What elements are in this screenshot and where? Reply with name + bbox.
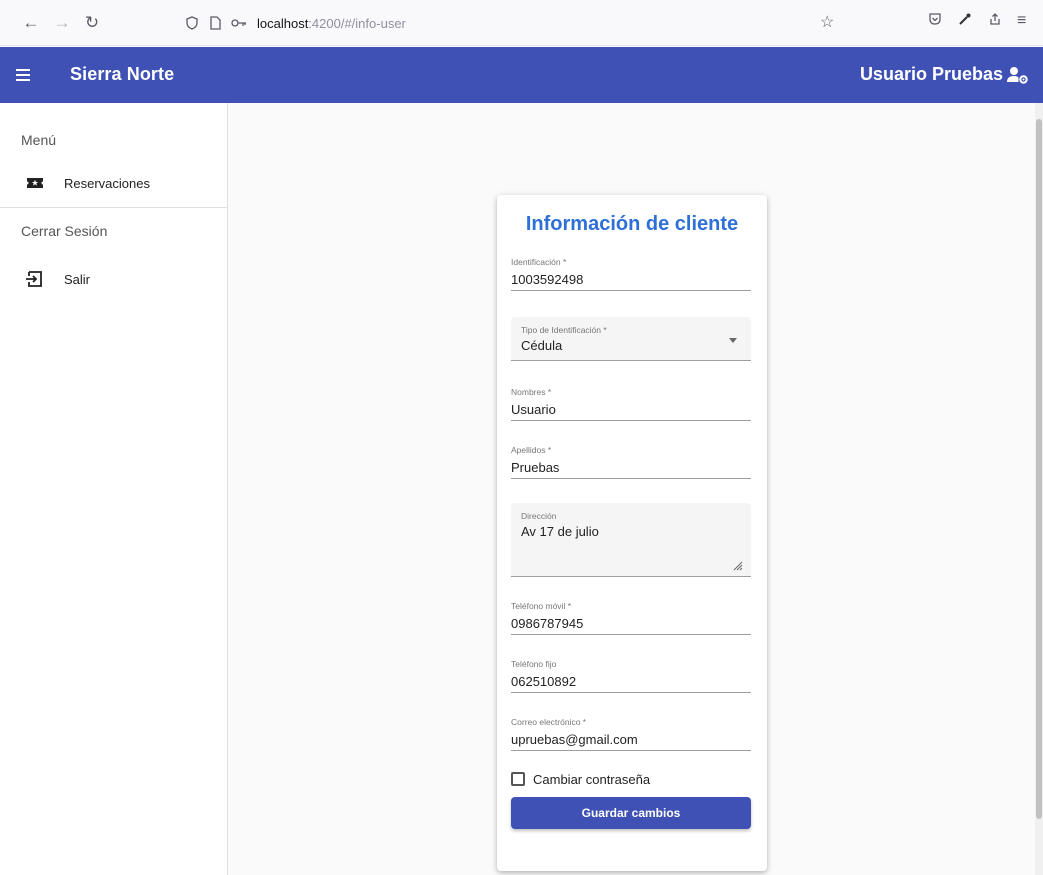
telefono-movil-field[interactable]: Teléfono móvil * 0986787945	[511, 597, 751, 635]
correo-label: Correo electrónico *	[511, 717, 587, 727]
apellidos-value[interactable]: Pruebas	[511, 460, 559, 475]
ticket-star-icon	[27, 178, 43, 188]
key-icon	[231, 19, 246, 27]
field-underline	[511, 634, 751, 635]
logout-icon	[26, 271, 42, 287]
scrollbar-thumb[interactable]	[1036, 119, 1042, 819]
nombres-field[interactable]: Nombres * Usuario	[511, 383, 751, 421]
resize-handle-icon[interactable]	[731, 559, 743, 571]
field-underline	[511, 478, 751, 479]
pocket-icon[interactable]	[928, 12, 942, 31]
sidenav: Menú Reservaciones Cerrar Sesión Salir	[0, 103, 228, 875]
identificacion-field[interactable]: Identificación * 1003592498	[511, 255, 751, 292]
tipo-identificacion-value[interactable]: Cédula	[521, 338, 562, 353]
hamburger-menu-icon[interactable]	[14, 63, 38, 87]
nombres-label: Nombres *	[511, 387, 552, 397]
app-menu-icon[interactable]: ≡	[1017, 12, 1026, 30]
browser-toolbar: ← → ↻ localhost:4200/#/info-user ☆ ≡	[0, 0, 1043, 46]
save-changes-button[interactable]: Guardar cambios	[511, 797, 751, 829]
address-bar[interactable]: localhost:4200/#/info-user	[185, 11, 406, 35]
change-password-checkbox[interactable]	[511, 772, 525, 786]
sidebar-divider	[0, 207, 227, 208]
user-settings-icon[interactable]	[1007, 65, 1029, 85]
telefono-movil-label: Teléfono móvil *	[511, 601, 572, 611]
app-title: Sierra Norte	[70, 64, 175, 84]
tipo-identificacion-select[interactable]: Tipo de Identificación * Cédula	[511, 317, 751, 361]
correo-field[interactable]: Correo electrónico * upruebas@gmail.com	[511, 713, 751, 751]
change-password-checkbox-row[interactable]: Cambiar contraseña	[511, 770, 650, 788]
app-toolbar: Sierra Norte Usuario Pruebas	[0, 47, 1043, 103]
apellidos-label: Apellidos *	[511, 445, 552, 455]
forward-icon[interactable]: →	[51, 13, 73, 33]
identificacion-label: Identificación *	[511, 257, 567, 267]
telefono-fijo-field[interactable]: Teléfono fijo 062510892	[511, 655, 751, 693]
nombres-value[interactable]: Usuario	[511, 402, 556, 417]
telefono-fijo-label: Teléfono fijo	[511, 659, 557, 669]
telefono-fijo-value[interactable]: 062510892	[511, 674, 576, 689]
correo-value[interactable]: upruebas@gmail.com	[511, 732, 638, 747]
telefono-movil-value[interactable]: 0986787945	[511, 616, 583, 631]
apellidos-field[interactable]: Apellidos * Pruebas	[511, 441, 751, 479]
user-name[interactable]: Usuario Pruebas	[860, 64, 1003, 85]
direccion-textarea[interactable]: Dirección Av 17 de julio	[511, 503, 751, 577]
sidebar-item-salir[interactable]: Salir	[0, 255, 227, 303]
sidebar-item-reservaciones[interactable]: Reservaciones	[0, 159, 227, 207]
direccion-label: Dirección	[521, 511, 557, 521]
shield-icon	[186, 16, 198, 30]
card-title: Información de cliente	[525, 213, 739, 235]
field-underline	[511, 420, 751, 421]
field-underline	[511, 576, 751, 577]
direccion-value[interactable]: Av 17 de julio	[521, 524, 599, 539]
field-underline	[511, 360, 751, 361]
share-icon[interactable]	[988, 12, 1002, 31]
eyedropper-icon[interactable]	[958, 12, 972, 31]
reload-icon[interactable]: ↻	[81, 13, 103, 33]
url-host: localhost	[257, 15, 309, 31]
bookmark-star-icon[interactable]: ☆	[820, 12, 834, 32]
field-underline	[511, 290, 751, 291]
dropdown-arrow-icon[interactable]	[729, 338, 737, 343]
back-icon[interactable]: ←	[20, 13, 42, 33]
sidebar-item-label: Reservaciones	[64, 175, 150, 191]
tipo-identificacion-label: Tipo de Identificación *	[521, 325, 607, 335]
page-icon	[210, 16, 221, 30]
identificacion-value[interactable]: 1003592498	[511, 272, 583, 287]
field-underline	[511, 750, 751, 751]
url-text: localhost:4200/#/info-user	[257, 16, 406, 31]
change-password-label[interactable]: Cambiar contraseña	[533, 772, 650, 787]
sidebar-item-label: Salir	[64, 271, 91, 287]
client-info-card: Información de cliente Identificación * …	[497, 195, 767, 871]
url-path: :4200/#/info-user	[308, 15, 406, 31]
logout-section-title: Cerrar Sesión	[21, 223, 108, 239]
page-scrollbar[interactable]	[1035, 103, 1043, 875]
menu-section-title: Menú	[21, 132, 57, 148]
field-underline	[511, 692, 751, 693]
